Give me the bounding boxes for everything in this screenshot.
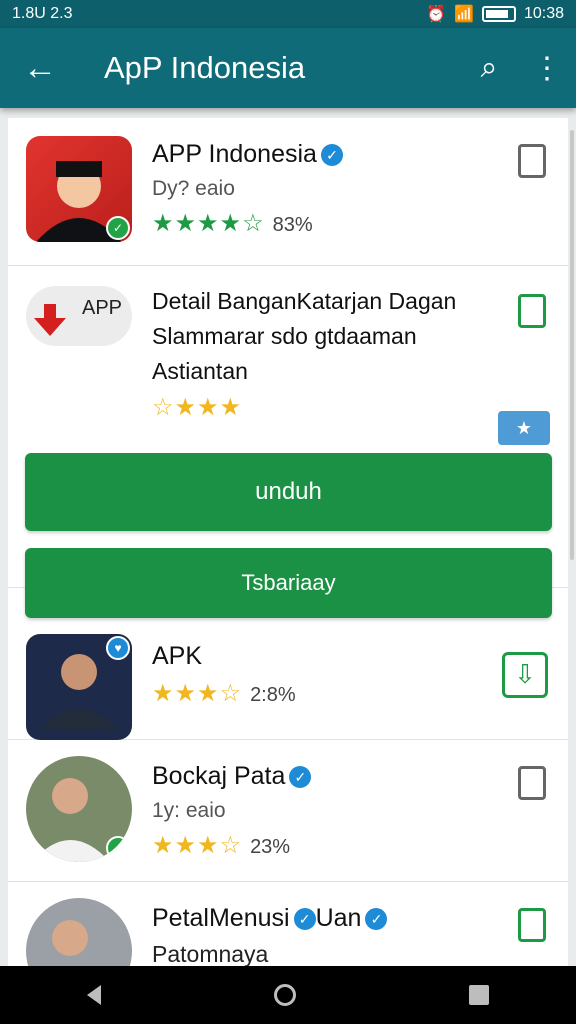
rating-stars: ☆★★★ <box>152 394 243 421</box>
verified-icon: ✓ <box>320 144 343 167</box>
status-left: 1.8U 2.3 <box>12 5 73 22</box>
app-name: APP Indonesia ✓ <box>152 140 343 169</box>
app-row-petalmenusi[interactable]: PetalMenusi ✓ Uan ✓ Patomnaya <box>8 882 568 966</box>
status-icons: ⏰ 📶 10:38 <box>426 4 564 24</box>
bookmark-icon[interactable] <box>518 294 546 328</box>
download-button[interactable]: unduh <box>25 453 552 531</box>
download-icon: APP <box>34 297 122 336</box>
badge-icon: ✓ <box>106 836 130 860</box>
bookmark-icon[interactable] <box>518 144 546 178</box>
rating-stars: ★★★☆ <box>152 832 243 859</box>
app-thumbnail: ✓ <box>26 756 132 862</box>
status-time: 10:38 <box>523 5 564 22</box>
app-info: Bockaj Pata ✓ 1y: eaio ★★★☆ 23% <box>152 762 312 860</box>
app-name: APK <box>152 642 203 670</box>
rating-stars: ★★★☆ <box>152 680 243 707</box>
app-row-apk[interactable]: ♥ APK ★★★☆ 2:8% ⇩ <box>8 618 568 740</box>
app-title-line3: Astiantan <box>152 358 248 384</box>
verified-icon: ✓ <box>365 908 388 931</box>
app-list-card: ✓ APP Indonesia ✓ Dy? eaio ★★★★☆ 83% APP D… <box>8 118 568 966</box>
rating-percent: 23% <box>250 836 291 858</box>
verified-icon: ✓ <box>289 766 312 789</box>
rating: ★★★☆ 2:8% <box>152 679 296 708</box>
nav-back-icon[interactable] <box>86 985 101 1005</box>
rating: ★★★☆ 23% <box>152 831 311 860</box>
person-portrait-icon <box>52 920 88 956</box>
battery-icon <box>481 6 516 22</box>
app-info: Detail BanganKatarjan Dagan Slammarar sd… <box>152 288 456 422</box>
alarm-icon: ⏰ <box>426 6 447 23</box>
app-name: Bockaj Pata ✓ <box>152 762 312 791</box>
app-subtitle: Dy? eaio <box>152 177 235 200</box>
app-title: Detail BanganKatarjan Dagan <box>152 288 457 314</box>
verified-icon: ✓ <box>293 908 316 931</box>
app-row-app-indonesia[interactable]: ✓ APP Indonesia ✓ Dy? eaio ★★★★☆ 83% <box>8 118 568 266</box>
nav-home-icon[interactable] <box>273 984 296 1006</box>
rating-percent: 2:8% <box>250 684 296 706</box>
badge-icon: ✓ <box>106 216 130 240</box>
page-title: ApP Indonesia <box>104 50 306 85</box>
app-thumbnail: APP <box>26 286 132 346</box>
app-info: PetalMenusi ✓ Uan ✓ Patomnaya <box>152 904 388 966</box>
bookmark-icon[interactable] <box>518 766 546 800</box>
app-subtitle: Patomnaya <box>152 941 269 966</box>
app-thumbnail: ♥ <box>26 634 132 740</box>
scroll-indicator[interactable] <box>570 130 574 560</box>
app-name-secondary: Uan <box>315 904 362 932</box>
app-row-detail[interactable]: APP Detail BanganKatarjan Dagan Slammara… <box>8 266 568 588</box>
nav-bar <box>0 966 576 1024</box>
nav-recent-icon[interactable] <box>469 985 490 1005</box>
bookmark-icon[interactable] <box>518 908 546 942</box>
star-button[interactable]: ★ <box>498 411 550 445</box>
app-thumbnail <box>26 898 132 966</box>
rating-percent: 83% <box>272 214 313 236</box>
badge-icon: ♥ <box>106 636 130 660</box>
app-thumbnail: ✓ <box>26 136 132 242</box>
app-subtitle: 1y: eaio <box>152 799 226 822</box>
rating: ★★★★☆ 83% <box>152 209 343 238</box>
app-row-bockaj[interactable]: ✓ Bockaj Pata ✓ 1y: eaio ★★★☆ 23% <box>8 740 568 882</box>
app-bar: ← ApP Indonesia ⌕ ⋮ <box>0 28 576 108</box>
status-bar: 1.8U 2.3 ⏰ 📶 10:38 <box>0 0 576 28</box>
download-icon[interactable]: ⇩ <box>502 652 548 698</box>
app-info: APK ★★★☆ 2:8% <box>152 642 296 708</box>
search-icon[interactable]: ⌕ <box>460 51 518 85</box>
app-title-line2: Slammarar sdo gtdaaman <box>152 323 417 349</box>
more-vert-icon[interactable]: ⋮ <box>518 51 576 86</box>
app-info: APP Indonesia ✓ Dy? eaio ★★★★☆ 83% <box>152 140 343 238</box>
back-arrow-icon[interactable]: ← <box>0 49 80 88</box>
rating-stars: ★★★★☆ <box>152 210 265 237</box>
secondary-button[interactable]: Tsbariaay <box>25 548 552 618</box>
app-name: PetalMenusi ✓ Uan ✓ <box>152 904 388 933</box>
svg-text:APP: APP <box>82 297 122 319</box>
wifi-icon: 📶 <box>454 6 474 23</box>
